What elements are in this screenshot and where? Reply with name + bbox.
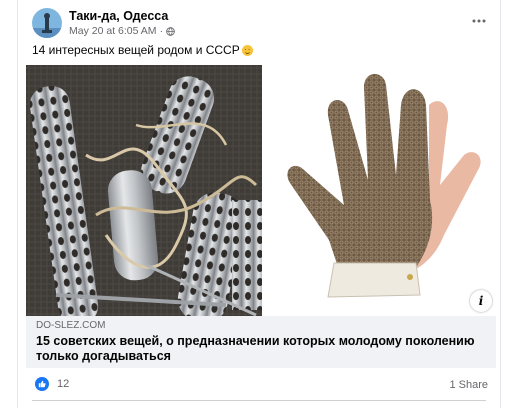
reactions-summary[interactable]: 12 <box>35 377 69 391</box>
post-card: Таки-да, Одесса May 20 at 6:05 AM · 14 и… <box>17 0 501 408</box>
info-icon[interactable]: i <box>470 290 492 312</box>
post-text: 14 интересных вещей родом и СССР <box>32 43 240 57</box>
page-name-link[interactable]: Таки-да, Одесса <box>69 9 168 23</box>
photo-metal-tubes[interactable] <box>26 65 262 316</box>
footer-divider <box>32 400 486 401</box>
link-preview[interactable]: DO-SLEZ.COM 15 советских вещей, о предна… <box>26 316 496 368</box>
globe-icon <box>166 26 175 36</box>
post-images[interactable]: i <box>26 65 496 316</box>
more-options-icon[interactable] <box>472 10 486 26</box>
post-message: 14 интересных вещей родом и СССР <box>32 43 253 57</box>
link-title[interactable]: 15 советских вещей, о предназначении кот… <box>36 334 486 364</box>
post-timestamp[interactable]: May 20 at 6:05 AM <box>69 25 157 37</box>
link-domain: DO-SLEZ.COM <box>36 320 106 331</box>
page-avatar[interactable] <box>32 8 62 38</box>
like-icon <box>35 377 49 391</box>
meta-separator: · <box>159 25 164 37</box>
photo-chainmail-glove[interactable] <box>264 65 496 316</box>
post-meta: May 20 at 6:05 AM · <box>69 25 175 37</box>
shares-count[interactable]: 1 Share <box>449 379 488 391</box>
reaction-count: 12 <box>57 378 70 390</box>
grinning-face-emoji-icon <box>241 44 253 56</box>
